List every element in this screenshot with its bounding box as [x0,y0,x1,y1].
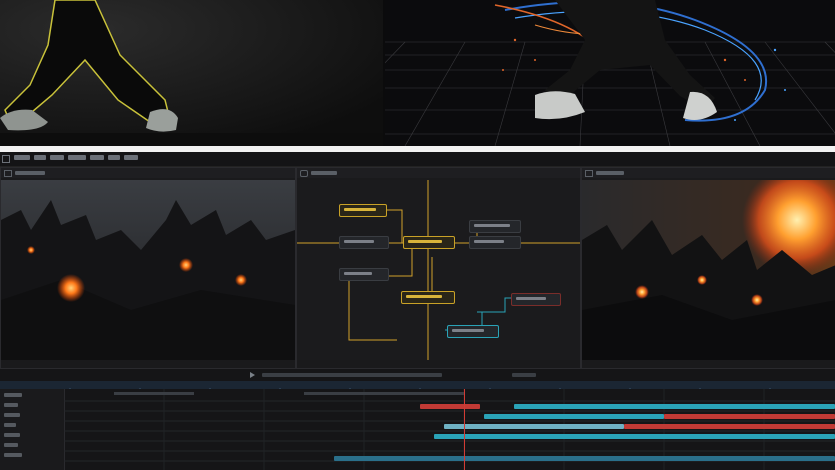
hero-right-image [385,0,835,146]
timeline-clip[interactable] [664,414,835,419]
timeline-ruler[interactable] [0,381,835,396]
node-filter-a[interactable] [339,236,389,249]
timeline-label-strip [304,392,464,395]
node-label [344,208,376,211]
menu-item-file[interactable] [14,155,30,160]
node-label [452,329,484,332]
hero-left-image [0,0,383,146]
viewer-icon [4,170,12,177]
timeline-clip[interactable] [444,424,624,429]
menu-item-window[interactable] [90,155,104,160]
left-viewer-viewport[interactable] [1,180,295,360]
node-label [474,224,510,227]
node-source[interactable] [339,204,387,217]
track-header[interactable] [4,453,22,457]
track-header[interactable] [4,433,20,437]
panel-header [1,168,295,178]
transport-controls[interactable] [262,373,442,377]
menu-bar [0,152,835,167]
node-label [344,272,372,275]
ruined-city-image [1,180,295,360]
node-composite[interactable] [447,325,499,338]
track-header[interactable] [4,423,16,427]
dancer-particles-image [385,0,835,146]
menu-item-view[interactable] [50,155,64,160]
burning-city-image [582,168,835,360]
track-headers [0,389,65,470]
right-viewer-panel [581,167,835,369]
menu-item-edit[interactable] [34,155,46,160]
panel-header [582,168,835,178]
timeline-clip[interactable] [334,456,835,461]
timeline-clip[interactable] [434,434,835,439]
node-graph-canvas[interactable] [297,180,580,360]
transport-bar [0,368,835,381]
panel-header [297,168,580,178]
viewer-icon [585,170,593,177]
right-viewer-viewport[interactable] [582,168,835,360]
left-viewer-panel [0,167,296,369]
menu-item-help[interactable] [108,155,120,160]
node-label [406,295,442,298]
node-graph-panel [296,167,581,369]
playhead-icon[interactable] [464,389,465,470]
track-area[interactable] [64,389,835,470]
node-transform[interactable] [469,220,521,233]
node-label [474,240,504,243]
track-header[interactable] [4,443,18,447]
node-graph-icon [300,170,308,177]
timeline-clip[interactable] [420,404,480,409]
node-blur[interactable] [339,268,389,281]
node-fire-fx[interactable] [401,291,455,304]
panel-title [596,171,624,175]
timeline-clip[interactable] [484,414,664,419]
node-label [516,297,546,300]
menu-item-render[interactable] [68,155,86,160]
track-header[interactable] [4,413,20,417]
node-merge[interactable] [403,236,455,249]
timeline-panel [0,389,835,470]
panel-title [311,171,337,175]
node-grade[interactable] [469,236,521,249]
menu-icon[interactable] [2,155,10,163]
menu-item-extra[interactable] [124,155,138,160]
dancer-silhouette-image [0,0,383,146]
play-button[interactable] [250,372,255,378]
panel-title [15,171,45,175]
node-output[interactable] [511,293,561,306]
node-label [408,240,442,243]
timeline-clip[interactable] [514,404,835,409]
timeline-clip[interactable] [624,424,835,429]
transport-right-tools[interactable] [512,373,536,377]
track-header[interactable] [4,393,22,397]
node-label [344,240,374,243]
timeline-label-strip [114,392,194,395]
track-header[interactable] [4,403,18,407]
